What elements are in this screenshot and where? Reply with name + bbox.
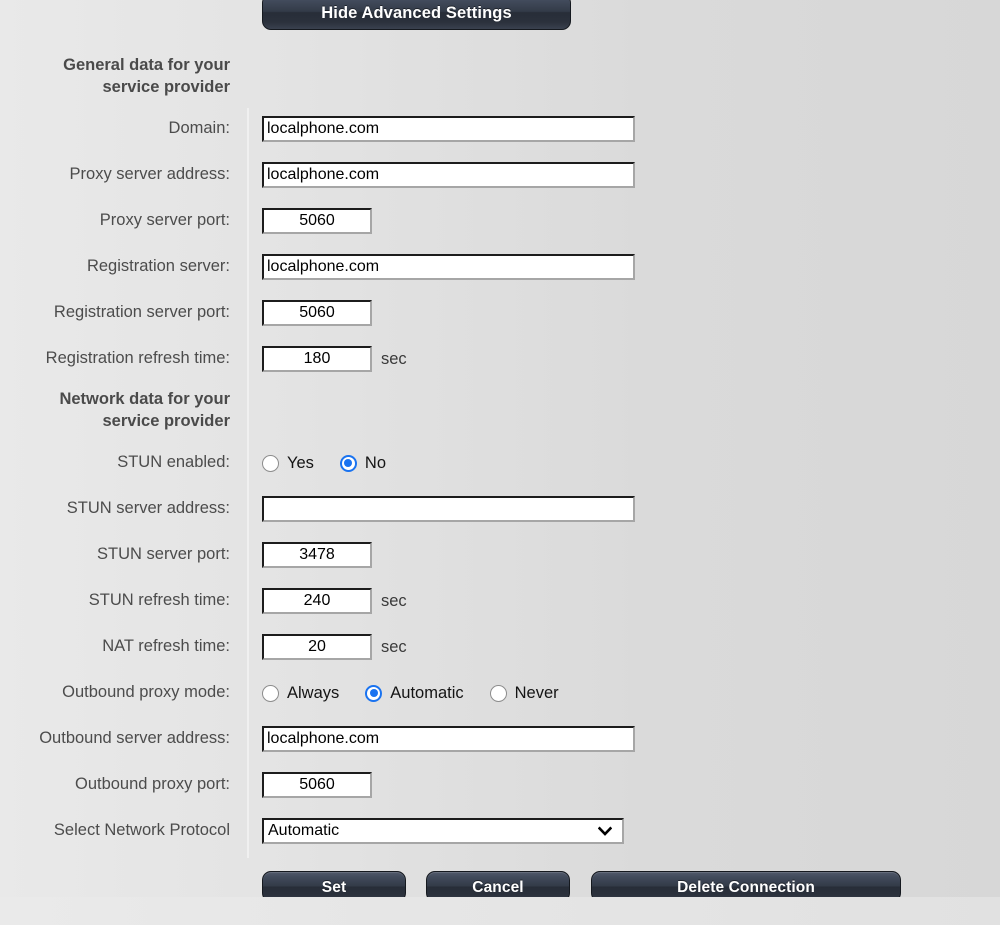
proxy-server-port-input[interactable]: [262, 208, 372, 234]
radio-icon-stun-no[interactable]: [339, 454, 357, 472]
general-heading-line2: service provider: [102, 78, 231, 96]
network-heading-line1: Network data for your: [59, 390, 230, 409]
label-outbound-proxy-port: Outbound proxy port:: [74, 775, 230, 794]
label-proxy-server-port: Proxy server port:: [99, 211, 230, 230]
field-domain: [230, 116, 635, 142]
field-proxy-server-port: [230, 208, 372, 234]
label-registration-server-port: Registration server port:: [53, 303, 230, 322]
row-stun-enabled: STUN enabled: Yes No: [0, 440, 1000, 486]
row-stun-server-port: STUN server port:: [0, 532, 1000, 578]
stun-refresh-time-input[interactable]: [262, 588, 372, 614]
field-stun-refresh-time: sec: [230, 588, 407, 614]
network-heading-line2: service provider: [102, 412, 231, 430]
radio-icon-stun-yes[interactable]: [262, 454, 279, 472]
network-section-heading: Network data for your service provider: [0, 389, 230, 433]
row-network-protocol: Select Network Protocol Automatic: [0, 808, 1000, 854]
row-outbound-server-address: Outbound server address:: [0, 716, 1000, 762]
row-outbound-proxy-mode: Outbound proxy mode: Always Automatic Ne…: [0, 670, 1000, 716]
label-stun-server-port: STUN server port:: [97, 545, 230, 564]
stun-server-port-input[interactable]: [262, 542, 372, 568]
top-button-container: Hide Advanced Settings: [262, 0, 571, 30]
field-registration-refresh-time: sec: [230, 346, 407, 372]
label-outbound-server-address: Outbound server address:: [39, 729, 230, 748]
label-stun-enabled: STUN enabled:: [117, 453, 230, 472]
general-heading-line1: General data for your: [63, 56, 230, 75]
bottom-band: [0, 897, 1000, 925]
field-network-protocol: Automatic: [230, 818, 624, 844]
label-registration-refresh-time: Registration refresh time:: [45, 349, 230, 368]
row-registration-server: Registration server:: [0, 244, 1000, 290]
row-domain: Domain:: [0, 106, 1000, 152]
nat-refresh-time-unit: sec: [381, 637, 407, 656]
field-stun-server-port: [230, 542, 372, 568]
outbound-proxy-mode-radio-group: Always Automatic Never: [262, 684, 559, 703]
outbound-proxy-mode-option-never[interactable]: Never: [489, 683, 559, 703]
label-stun-refresh-time: STUN refresh time:: [88, 591, 230, 610]
outbound-proxy-mode-option-automatic[interactable]: Automatic: [365, 683, 464, 703]
nat-refresh-time-input[interactable]: [262, 634, 372, 660]
outbound-proxy-mode-never-label: Never: [514, 683, 559, 702]
field-registration-server: [230, 254, 635, 280]
hide-advanced-settings-button[interactable]: Hide Advanced Settings: [262, 0, 571, 30]
outbound-server-address-input[interactable]: [262, 726, 635, 752]
radio-icon-outbound-automatic[interactable]: [365, 684, 383, 702]
radio-icon-outbound-always[interactable]: [262, 684, 279, 702]
outbound-proxy-mode-option-always[interactable]: Always: [262, 684, 339, 703]
field-proxy-server-address: [230, 162, 635, 188]
stun-enabled-no-label: No: [364, 453, 387, 472]
stun-server-address-input[interactable]: [262, 496, 635, 522]
row-stun-refresh-time: STUN refresh time: sec: [0, 578, 1000, 624]
stun-refresh-time-unit: sec: [381, 591, 407, 610]
outbound-proxy-port-input[interactable]: [262, 772, 372, 798]
label-stun-server-address: STUN server address:: [66, 499, 230, 518]
advanced-sip-settings-page: Hide Advanced Settings General data for …: [0, 0, 1000, 925]
stun-enabled-option-yes[interactable]: Yes: [262, 454, 314, 473]
outbound-proxy-mode-automatic-label: Automatic: [390, 683, 464, 702]
row-nat-refresh-time: NAT refresh time: sec: [0, 624, 1000, 670]
field-outbound-proxy-port: [230, 772, 372, 798]
label-outbound-proxy-mode: Outbound proxy mode:: [62, 683, 230, 702]
row-proxy-server-port: Proxy server port:: [0, 198, 1000, 244]
row-registration-refresh-time: Registration refresh time: sec: [0, 336, 1000, 382]
field-outbound-proxy-mode: Always Automatic Never: [230, 684, 559, 703]
network-protocol-selected-value: Automatic: [268, 822, 340, 839]
field-stun-enabled: Yes No: [230, 454, 386, 473]
label-proxy-server-address: Proxy server address:: [69, 165, 230, 184]
stun-enabled-yes-label: Yes: [287, 453, 314, 472]
row-stun-server-address: STUN server address:: [0, 486, 1000, 532]
proxy-server-address-input[interactable]: [262, 162, 635, 188]
field-outbound-server-address: [230, 726, 635, 752]
section-heading-general: General data for your service provider: [0, 48, 1000, 106]
chevron-down-icon: [598, 826, 612, 836]
registration-server-port-input[interactable]: [262, 300, 372, 326]
row-proxy-server-address: Proxy server address:: [0, 152, 1000, 198]
field-registration-server-port: [230, 300, 372, 326]
field-nat-refresh-time: sec: [230, 634, 407, 660]
radio-icon-outbound-never[interactable]: [489, 684, 507, 702]
label-registration-server: Registration server:: [86, 257, 230, 276]
domain-input[interactable]: [262, 116, 635, 142]
row-outbound-proxy-port: Outbound proxy port:: [0, 762, 1000, 808]
label-nat-refresh-time: NAT refresh time:: [102, 637, 230, 656]
network-protocol-select[interactable]: Automatic: [262, 818, 624, 844]
label-domain: Domain:: [168, 119, 230, 138]
stun-enabled-radio-group: Yes No: [262, 454, 386, 473]
outbound-proxy-mode-always-label: Always: [287, 683, 340, 702]
settings-form: General data for your service provider D…: [0, 48, 1000, 854]
registration-refresh-time-unit: sec: [381, 349, 407, 368]
section-heading-network: Network data for your service provider: [0, 382, 1000, 440]
stun-enabled-option-no[interactable]: No: [339, 453, 387, 473]
registration-refresh-time-input[interactable]: [262, 346, 372, 372]
row-registration-server-port: Registration server port:: [0, 290, 1000, 336]
general-section-heading: General data for your service provider: [0, 55, 230, 99]
field-stun-server-address: [230, 496, 635, 522]
registration-server-input[interactable]: [262, 254, 635, 280]
label-network-protocol: Select Network Protocol: [53, 821, 230, 840]
